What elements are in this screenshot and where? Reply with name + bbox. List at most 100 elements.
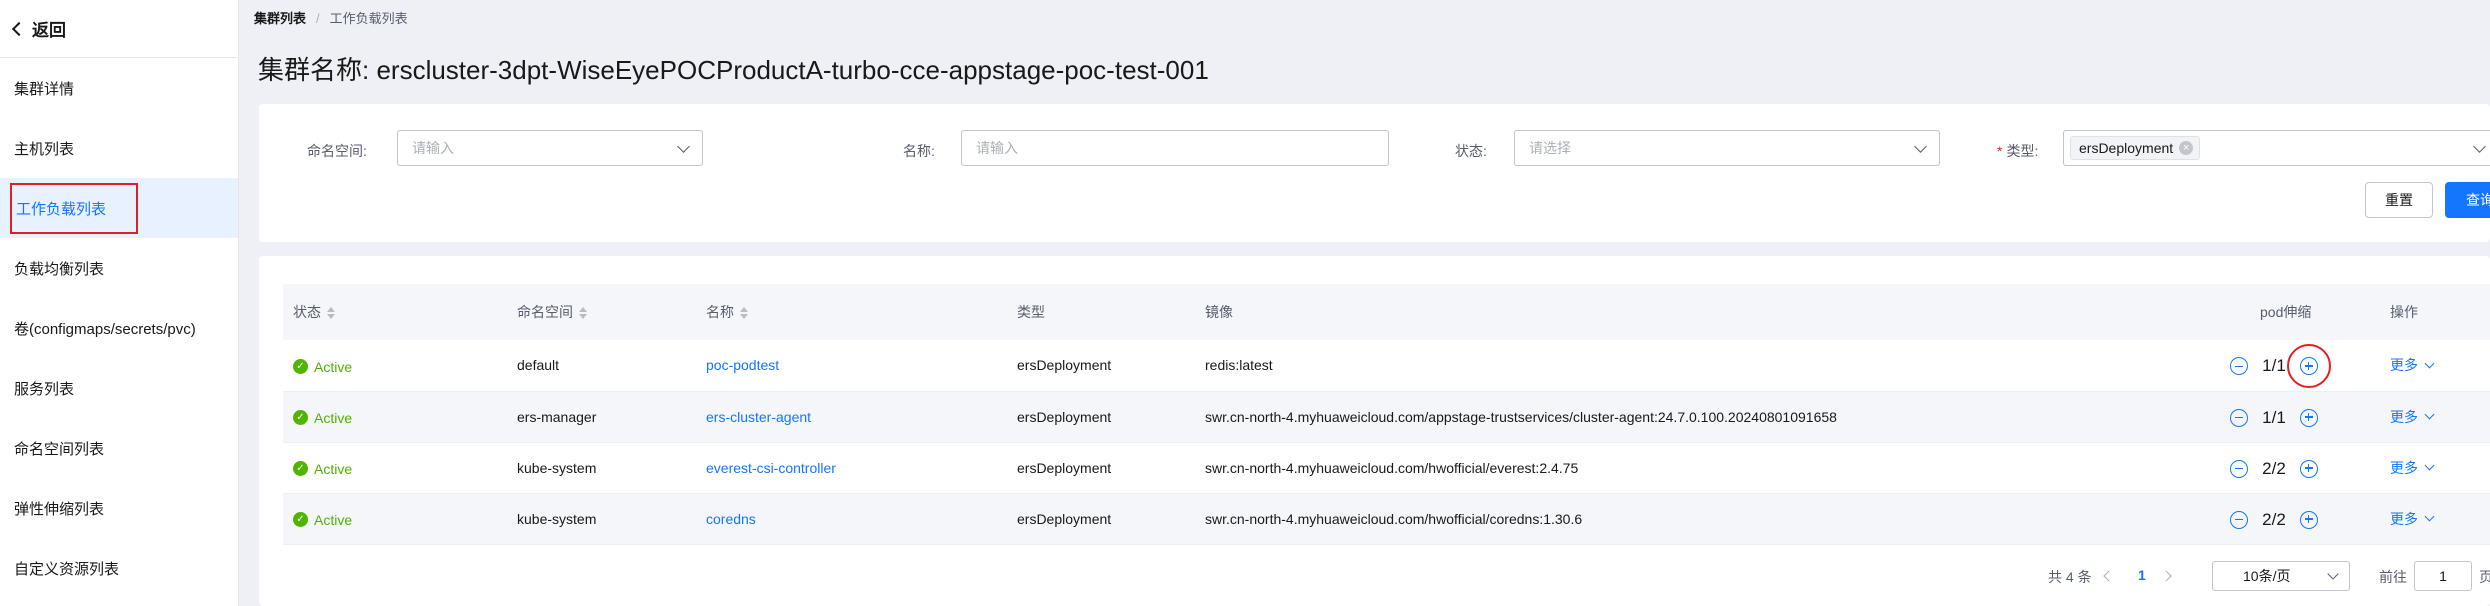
chevron-down-icon [2424, 409, 2435, 420]
pod-stepper: 2/2 [2230, 459, 2318, 479]
pod-stepper: 1/1 [2230, 408, 2318, 428]
more-actions-dropdown[interactable]: 更多 [2390, 355, 2435, 375]
pod-count: 2/2 [2262, 509, 2286, 529]
minus-circle-icon[interactable] [2230, 510, 2248, 529]
namespace-filter-input[interactable]: 请输入 [397, 130, 703, 166]
plus-circle-icon[interactable] [2300, 510, 2318, 529]
sidebar-item-cluster-detail[interactable]: 集群详情 [0, 58, 238, 118]
sidebar-item-label: 自定义资源列表 [14, 560, 120, 578]
more-label: 更多 [2390, 408, 2418, 425]
chevron-left-icon[interactable] [2103, 570, 2115, 582]
type-filter-tag-label: ersDeployment [2079, 140, 2174, 156]
query-button[interactable]: 查询 [2445, 182, 2490, 218]
breadcrumb: 集群列表 / 工作负载列表 [254, 8, 408, 27]
sidebar-item-namespaces[interactable]: 命名空间列表 [0, 418, 238, 478]
column-header-pod-scaling: pod伸缩 [2220, 284, 2380, 340]
column-header-name[interactable]: 名称 [696, 284, 1007, 340]
more-label: 更多 [2390, 459, 2418, 476]
filter-panel: 命名空间: 请输入 名称: 请输入 状态: 请选择 * 类型: ersDeploy… [259, 104, 2490, 242]
sidebar-item-hosts[interactable]: 主机列表 [0, 118, 238, 178]
sidebar-item-load-balancers[interactable]: 负载均衡列表 [0, 238, 238, 298]
workload-name-link[interactable]: coredns [706, 511, 756, 527]
status-cell: ✓ Active [283, 442, 507, 494]
pod-scaling-cell: 2/2 [2220, 442, 2380, 494]
actions-cell: 更多 [2380, 442, 2490, 494]
pod-scaling-cell: 1/1 [2220, 340, 2380, 392]
pod-count: 2/2 [2262, 458, 2286, 478]
chevron-right-icon[interactable] [2160, 570, 2172, 582]
breadcrumb-root[interactable]: 集群列表 [254, 11, 306, 26]
namespace-cell: kube-system [507, 493, 696, 545]
sidebar-item-custom-resources[interactable]: 自定义资源列表 [0, 538, 238, 598]
workload-name-link[interactable]: poc-podtest [706, 357, 779, 373]
status-text: Active [314, 460, 353, 477]
sidebar-item-workloads[interactable]: 工作负载列表 [0, 178, 238, 238]
plus-circle-icon[interactable] [2300, 408, 2318, 427]
workload-table: 状态 命名空间 名称 类型 镜像 pod伸缩 操作 ✓ Active defaul… [283, 284, 2490, 545]
more-actions-dropdown[interactable]: 更多 [2390, 458, 2435, 478]
sort-icon[interactable] [327, 307, 335, 320]
type-filter-select[interactable]: ersDeployment × [2063, 130, 2490, 166]
actions-cell: 更多 [2380, 391, 2490, 443]
name-filter-label: 名称: [903, 143, 935, 159]
minus-circle-icon[interactable] [2230, 357, 2248, 376]
minus-circle-icon[interactable] [2230, 408, 2248, 427]
sidebar-item-volumes[interactable]: 卷(configmaps/secrets/pvc) [0, 298, 238, 358]
pod-stepper: 2/2 [2230, 510, 2318, 530]
sidebar-item-label: 弹性伸缩列表 [14, 500, 105, 518]
check-circle-icon: ✓ [293, 461, 308, 477]
plus-circle-icon[interactable] [2287, 344, 2331, 389]
sort-icon[interactable] [740, 307, 748, 320]
chevron-down-icon [677, 140, 690, 153]
pod-scaling-cell: 2/2 [2220, 493, 2380, 545]
type-cell: ersDeployment [1007, 493, 1195, 545]
pagination-total: 共 4 条 [2048, 569, 2092, 585]
name-cell: ers-cluster-agent [696, 391, 1007, 443]
page-size-label: 10条/页 [2243, 568, 2291, 584]
minus-circle-icon[interactable] [2230, 459, 2248, 478]
namespace-filter-label: 命名空间: [307, 143, 367, 159]
column-header-status[interactable]: 状态 [283, 284, 507, 340]
more-actions-dropdown[interactable]: 更多 [2390, 509, 2435, 529]
more-actions-dropdown[interactable]: 更多 [2390, 407, 2435, 427]
name-filter-input[interactable]: 请输入 [961, 130, 1389, 166]
reset-button[interactable]: 重置 [2365, 182, 2433, 218]
back-button[interactable]: 返回 [0, 0, 238, 58]
pod-stepper: 1/1 [2230, 344, 2331, 389]
goto-page-input[interactable]: 1 [2414, 561, 2472, 591]
pagination-page-current[interactable]: 1 [2138, 567, 2146, 583]
pod-count: 1/1 [2262, 356, 2286, 376]
breadcrumb-separator: / [316, 11, 320, 26]
plus-circle-icon[interactable] [2300, 459, 2318, 478]
sidebar-item-label: 负载均衡列表 [14, 260, 105, 278]
sidebar-item-services[interactable]: 服务列表 [0, 358, 238, 418]
column-header-label: 名称 [706, 304, 734, 320]
chevron-down-icon [2424, 460, 2435, 471]
status-filter-select[interactable]: 请选择 [1514, 130, 1940, 166]
more-label: 更多 [2390, 510, 2418, 527]
name-cell: everest-csi-controller [696, 442, 1007, 494]
type-filter-label-text: 类型: [2006, 143, 2039, 159]
column-header-namespace[interactable]: 命名空间 [507, 284, 696, 340]
sidebar-item-label: 卷(configmaps/secrets/pvc) [14, 320, 196, 338]
pod-count: 1/1 [2262, 407, 2286, 427]
sort-icon[interactable] [579, 307, 587, 320]
page-size-select[interactable]: 10条/页 [2212, 561, 2350, 591]
sidebar-item-label: 主机列表 [14, 140, 75, 158]
main-content: 集群列表 / 工作负载列表 集群名称: erscluster-3dpt-WiseEy… [239, 0, 2490, 606]
sidebar-item-label: 集群详情 [14, 80, 75, 98]
table-row: ✓ Active ers-manager ers-cluster-agent er… [283, 391, 2490, 443]
pod-scaling-cell: 1/1 [2220, 391, 2380, 443]
name-cell: poc-podtest [696, 340, 1007, 392]
namespace-cell: kube-system [507, 442, 696, 494]
actions-cell: 更多 [2380, 340, 2490, 392]
close-icon[interactable]: × [2179, 141, 2194, 155]
workload-name-link[interactable]: ers-cluster-agent [706, 409, 811, 425]
sidebar-item-autoscaling[interactable]: 弹性伸缩列表 [0, 478, 238, 538]
workload-name-link[interactable]: everest-csi-controller [706, 460, 836, 476]
status-text: Active [314, 409, 353, 426]
column-header-image: 镜像 [1195, 284, 2220, 340]
workload-table-panel: 状态 命名空间 名称 类型 镜像 pod伸缩 操作 ✓ Active defaul… [259, 256, 2490, 606]
status-filter-placeholder: 请选择 [1529, 140, 1571, 156]
image-cell: swr.cn-north-4.myhuaweicloud.com/hwoffic… [1195, 493, 2220, 545]
